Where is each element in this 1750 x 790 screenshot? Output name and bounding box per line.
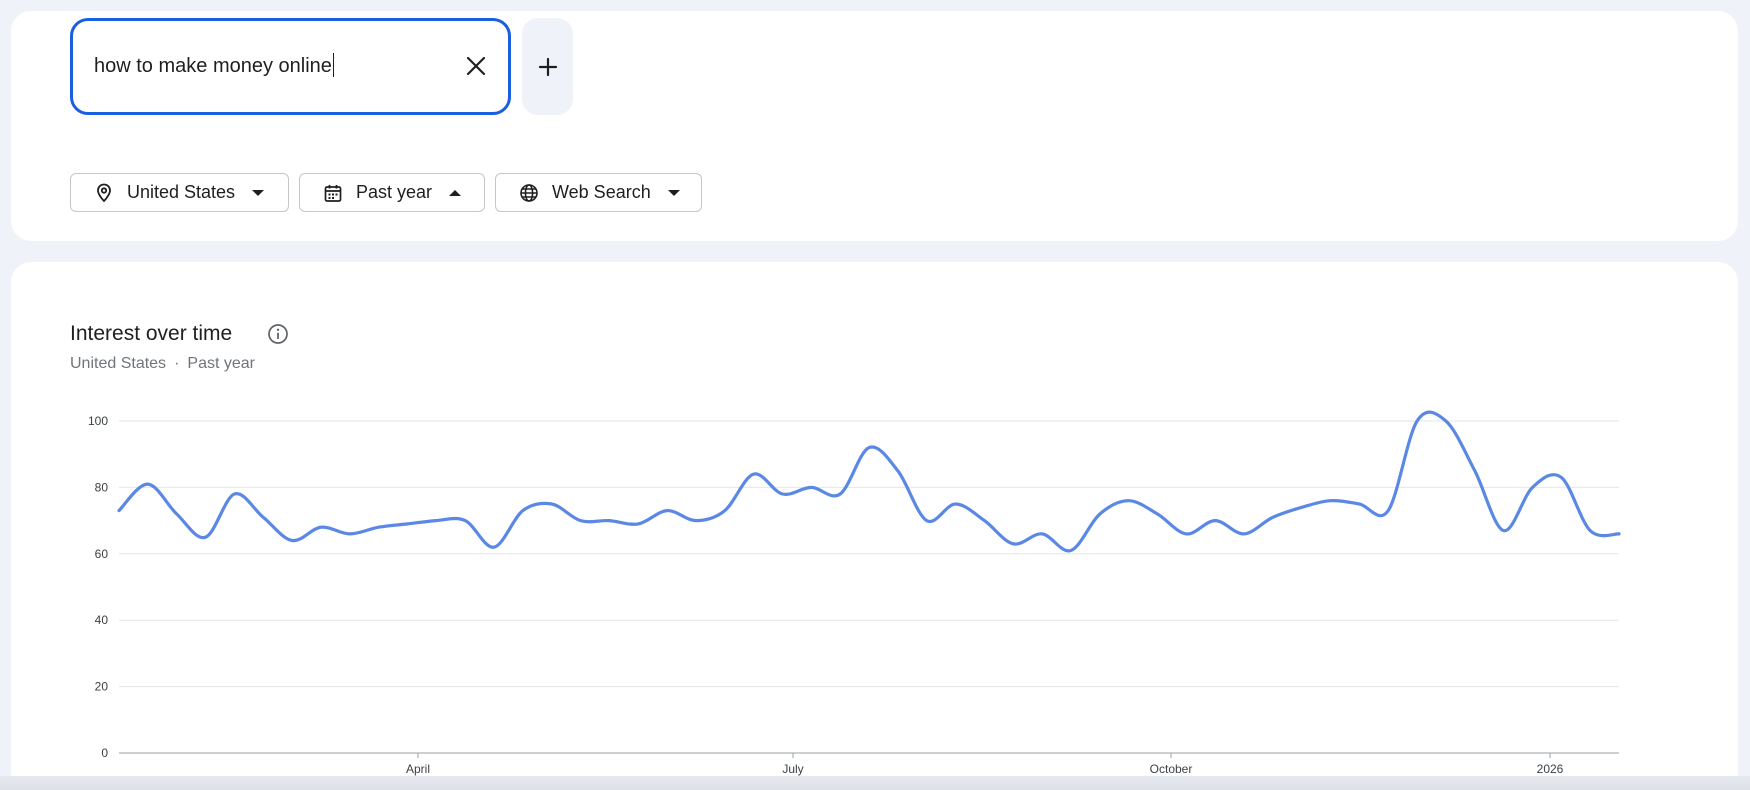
data-point[interactable] [777,488,789,500]
data-point[interactable] [834,488,846,500]
page-bottom-edge [0,776,1750,790]
data-point[interactable] [950,498,962,510]
data-point[interactable] [373,521,385,533]
data-point[interactable] [171,508,183,520]
y-tick-label: 0 [101,746,108,760]
data-point[interactable] [257,511,269,523]
data-point[interactable] [344,528,356,540]
data-point[interactable] [1123,495,1135,507]
data-point[interactable] [1353,498,1365,510]
data-point[interactable] [228,488,240,500]
data-point[interactable] [892,465,904,477]
data-point[interactable] [1469,465,1481,477]
x-tick-label: October [1150,762,1193,776]
data-point[interactable] [863,442,875,454]
data-point[interactable] [113,505,125,517]
interest-line-chart[interactable]: 0 20 40 60 80 100 April July October 2026 [0,0,1750,790]
data-point[interactable] [1094,508,1106,520]
data-point[interactable] [748,468,760,480]
data-point[interactable] [1325,495,1337,507]
data-point[interactable] [459,515,471,527]
data-point[interactable] [690,515,702,527]
data-point[interactable] [1411,415,1423,427]
data-point[interactable] [978,515,990,527]
data-point[interactable] [142,478,154,490]
data-point[interactable] [575,515,587,527]
data-point[interactable] [1267,511,1279,523]
y-tick-label: 100 [88,414,108,428]
data-point[interactable] [1382,505,1394,517]
data-point[interactable] [921,515,933,527]
data-point[interactable] [1296,501,1308,513]
data-point[interactable] [1613,528,1625,540]
data-point[interactable] [402,518,414,530]
interest-series-line [117,410,1621,553]
y-tick-label: 80 [95,480,109,494]
data-point[interactable] [603,515,615,527]
data-point[interactable] [1584,525,1596,537]
data-point[interactable] [632,518,644,530]
data-point[interactable] [1036,528,1048,540]
data-point[interactable] [1065,545,1077,557]
x-tick-label: April [406,762,430,776]
data-point[interactable] [1555,471,1567,483]
data-point[interactable] [719,505,731,517]
y-tick-label: 60 [95,547,109,561]
data-point[interactable] [661,505,673,517]
data-point[interactable] [517,505,529,517]
data-point[interactable] [1007,538,1019,550]
data-point[interactable] [1498,525,1510,537]
y-tick-label: 40 [95,613,109,627]
data-point[interactable] [1440,415,1452,427]
data-point[interactable] [430,515,442,527]
data-point[interactable] [286,535,298,547]
y-tick-label: 20 [95,680,109,694]
data-point[interactable] [1238,528,1250,540]
data-point[interactable] [200,531,212,543]
data-point[interactable] [1209,515,1221,527]
data-point[interactable] [1527,481,1539,493]
data-point[interactable] [315,521,327,533]
data-point[interactable] [488,541,500,553]
x-tick-label: July [782,762,803,776]
data-point[interactable] [805,481,817,493]
data-point[interactable] [1152,508,1164,520]
data-point[interactable] [546,498,558,510]
data-point[interactable] [1180,528,1192,540]
x-tick-label: 2026 [1537,762,1564,776]
